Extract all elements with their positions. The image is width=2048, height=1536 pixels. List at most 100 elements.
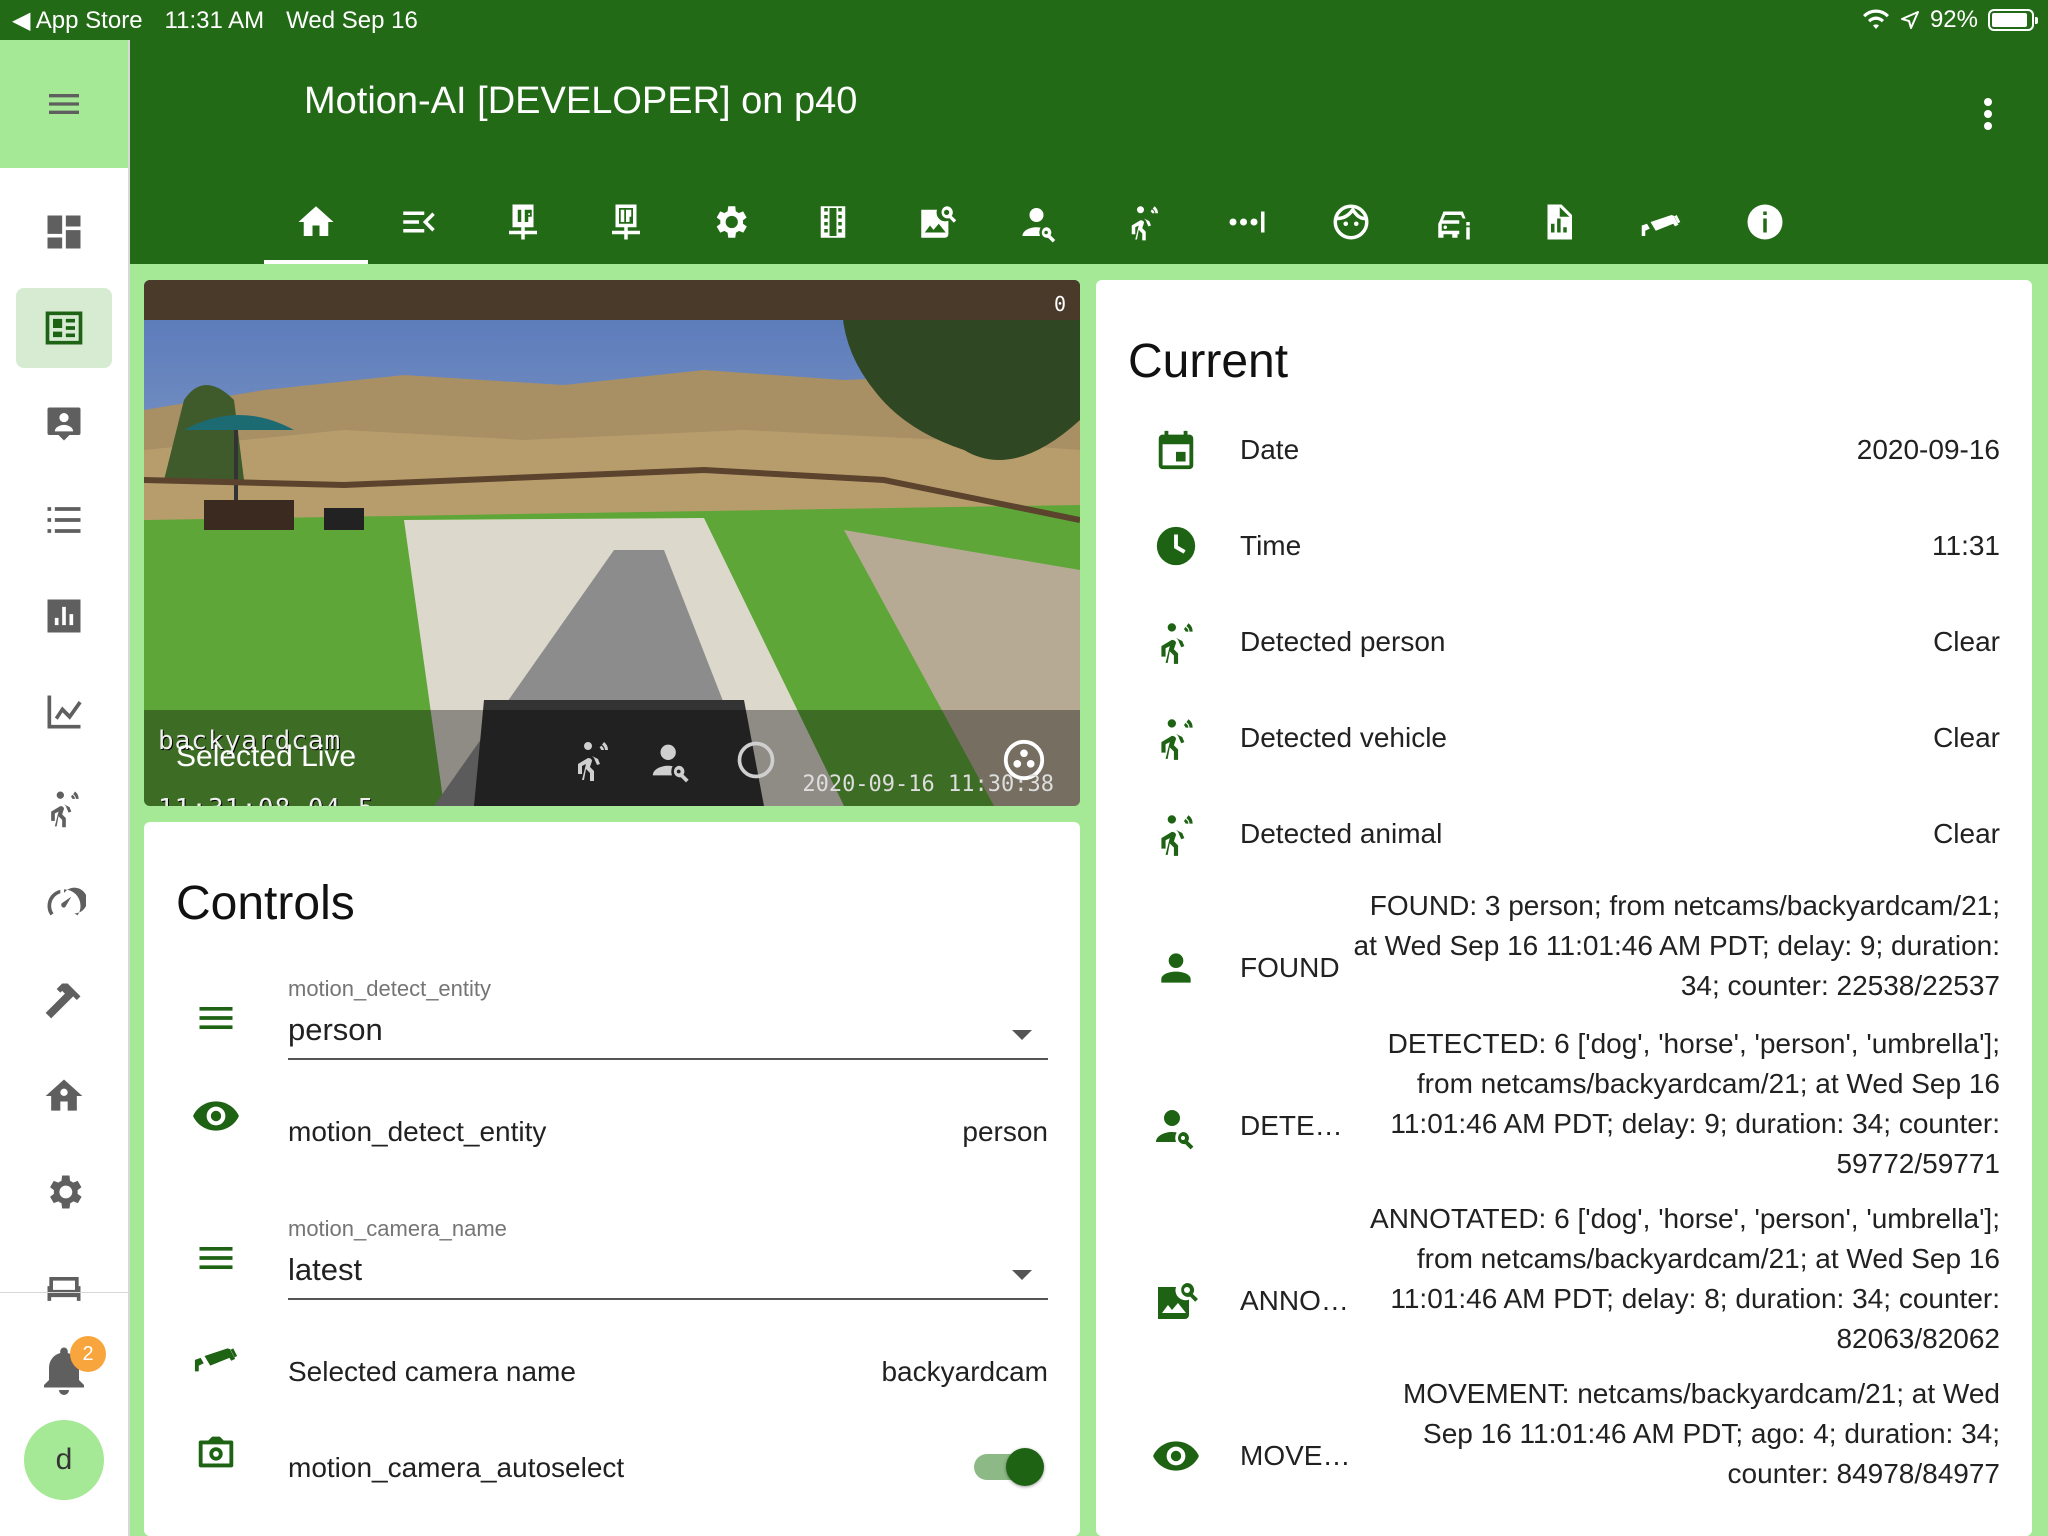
cctv-icon (1642, 215, 1681, 236)
page-title: Motion-AI [DEVELOPER] on p40 (304, 80, 858, 122)
tab-ip-network-outline[interactable] (575, 180, 679, 264)
tab-cctv[interactable] (1610, 180, 1714, 264)
camera-name-select[interactable]: latest (288, 1252, 362, 1288)
chevron-down-icon[interactable] (1012, 1270, 1032, 1280)
back-to-app-link[interactable]: ◀ App Store (12, 6, 143, 35)
sidebar-item-history[interactable] (16, 672, 112, 752)
toggle-name: motion_camera_autoselect (288, 1452, 625, 1483)
overflow-menu-icon[interactable] (1968, 84, 2008, 144)
app-header: Motion-AI [DEVELOPER] on p40 (130, 40, 2048, 264)
row-name: MOVE… (1240, 1440, 1351, 1471)
row-value: 11:31 (1932, 530, 2000, 561)
row-name: Date (1240, 434, 1300, 465)
motion-sensor-icon (578, 742, 608, 781)
row-value: Clear (1933, 722, 2000, 753)
account-search-icon (1022, 208, 1056, 243)
sidebar-item-motion[interactable] (16, 768, 112, 848)
sidebar-item-motion-dashboard[interactable] (16, 288, 112, 368)
motion-sensor-icon (51, 791, 79, 828)
sidebar-items (0, 192, 128, 1304)
sidebar-item-home-automation[interactable] (16, 1056, 112, 1136)
sidebar-item-settings[interactable] (16, 1152, 112, 1232)
select-underline (288, 1298, 1048, 1300)
image-search-icon (921, 206, 956, 238)
camera-icon (186, 1422, 246, 1482)
view-tabs (264, 180, 1817, 264)
info-icon (1747, 204, 1783, 240)
tab-menu-open[interactable] (368, 180, 472, 264)
circle-icon (737, 741, 775, 779)
camera-view[interactable]: 0 backyardcam 2020-09-16 11:31:08 04 5 S… (144, 280, 1080, 806)
account-search-icon (652, 744, 689, 783)
camera-detect-button[interactable] (644, 732, 700, 788)
cctv-icon (186, 1326, 246, 1386)
motion-sensor-icon (1146, 612, 1206, 672)
toggle-knob[interactable] (1006, 1448, 1044, 1486)
user-avatar[interactable]: d (24, 1420, 104, 1500)
sidebar-item-developer-tools[interactable] (16, 960, 112, 1040)
view-dashboard-icon (45, 311, 83, 345)
format-list-icon (47, 507, 81, 533)
tab-car-info[interactable] (1403, 180, 1507, 264)
format-list-icon (186, 988, 246, 1048)
speedometer-icon (47, 887, 86, 916)
ip-network-icon (508, 204, 537, 240)
camera-label: Selected Live (176, 740, 357, 773)
clock-icon (1146, 516, 1206, 576)
tab-file-chart[interactable] (1506, 180, 1610, 264)
ip-network-outline-icon (612, 204, 641, 240)
tab-motion[interactable] (1092, 180, 1196, 264)
tab-home[interactable] (264, 180, 368, 264)
dots-end-icon (1229, 211, 1265, 233)
select-underline (288, 1058, 1048, 1060)
sidebar-item-logbook[interactable] (16, 480, 112, 560)
chart-line-icon (47, 695, 82, 729)
image-search-icon (1146, 1271, 1206, 1331)
account-icon (1146, 938, 1206, 998)
sidebar-item-overview[interactable] (16, 192, 112, 272)
account-search-icon (1146, 1096, 1206, 1156)
row-value: FOUND: 3 person; from netcams/backyardca… (1353, 890, 2000, 1001)
sidebar-item-energy[interactable] (16, 576, 112, 656)
camera-record-button[interactable] (728, 732, 784, 788)
select-label: motion_detect_entity (288, 976, 492, 1001)
film-icon (821, 206, 846, 238)
sidebar-item-sofa[interactable] (16, 1248, 112, 1304)
controls-title: Controls (176, 877, 355, 930)
camera-frame-badge: 0 (1053, 292, 1066, 316)
row-value: ANNOTATED: 6 ['dog', 'horse', 'person', … (1370, 1203, 2000, 1354)
select-label: motion_camera_name (288, 1216, 507, 1241)
home-automation-icon (45, 1079, 83, 1111)
sidebar-item-map[interactable] (16, 384, 112, 464)
dashboard-icon (47, 215, 81, 249)
row-value: 2020-09-16 (1856, 434, 2000, 465)
sofa-icon (47, 1277, 81, 1301)
format-list-icon (186, 1228, 246, 1288)
sidebar-menu-button[interactable] (0, 40, 128, 168)
tab-face[interactable] (1299, 180, 1403, 264)
eye-icon (1146, 1426, 1206, 1486)
status-time: 11:31 AM (164, 6, 265, 34)
chevron-down-icon[interactable] (1012, 1030, 1032, 1040)
tab-film[interactable] (782, 180, 886, 264)
sidebar-item-gauge[interactable] (16, 864, 112, 944)
row-name: Detected animal (1240, 818, 1443, 849)
tab-image-search[interactable] (885, 180, 989, 264)
row-value: MOVEMENT: netcams/backyardcam/21; at Wed… (1402, 1378, 2000, 1489)
tab-info[interactable] (1713, 180, 1817, 264)
camera-motion-button[interactable] (564, 732, 620, 788)
chart-box-icon (47, 599, 81, 633)
tab-settings[interactable] (678, 180, 782, 264)
gear-icon (50, 1175, 82, 1209)
row-name: Detected person (1240, 626, 1446, 657)
tab-ip-network[interactable] (471, 180, 575, 264)
tab-dots-end[interactable] (1196, 180, 1300, 264)
eye-icon (186, 1086, 246, 1146)
motion-sensor-icon (1146, 804, 1206, 864)
detect-entity-select[interactable]: person (288, 1012, 383, 1048)
notification-badge: 2 (70, 1336, 106, 1372)
controls-card: Controls motion_detect_entity person mot… (144, 822, 1080, 1536)
tab-account-search[interactable] (989, 180, 1093, 264)
row-name: FOUND (1240, 952, 1340, 983)
sensor-name: motion_detect_entity (288, 1116, 547, 1147)
